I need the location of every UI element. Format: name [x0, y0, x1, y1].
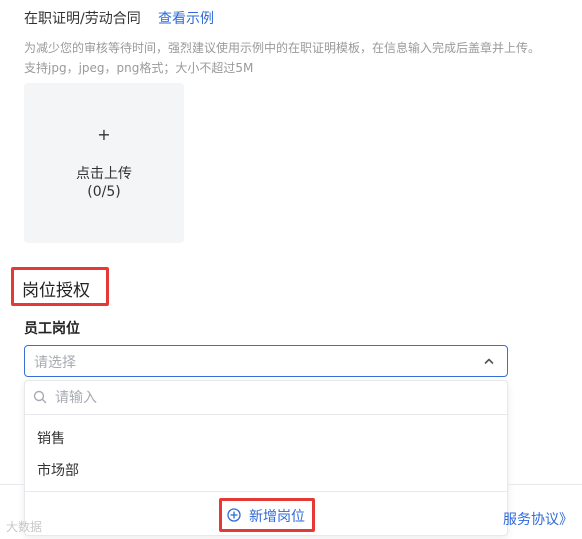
upload-button[interactable]: + 点击上传 (0/5)	[24, 83, 184, 243]
view-example-link[interactable]: 查看示例	[158, 8, 214, 28]
dropdown-search-input[interactable]	[53, 387, 477, 409]
proof-title: 在职证明/劳动合同	[24, 11, 141, 27]
upload-hint: 为减少您的审核等待时间，强烈建议使用示例中的在职证明模板，在信息输入完成后盖章并…	[24, 38, 564, 78]
position-field-label: 员工岗位	[24, 321, 80, 337]
footer-divider-right	[508, 484, 582, 485]
position-select[interactable]: 请选择	[24, 345, 508, 377]
upload-hint-line-2: 支持jpg，jpeg，png格式；大小不超过5M	[24, 61, 254, 75]
plus-icon: +	[97, 125, 111, 144]
upload-count: (0/5)	[87, 184, 121, 200]
service-agreement-link[interactable]: 服务协议》	[503, 509, 573, 529]
dropdown-divider	[25, 491, 507, 492]
footer-divider-left	[0, 484, 24, 485]
upload-label: 点击上传	[76, 166, 132, 182]
position-select-placeholder: 请选择	[34, 355, 76, 371]
chevron-up-icon	[484, 358, 494, 364]
watermark: 大数据	[6, 520, 43, 534]
dropdown-search	[25, 381, 507, 415]
upload-hint-line-1: 为减少您的审核等待时间，强烈建议使用示例中的在职证明模板，在信息输入完成后盖章并…	[24, 41, 541, 55]
dropdown-option-sales[interactable]: 销售	[37, 428, 65, 448]
dropdown-option-marketing[interactable]: 市场部	[37, 460, 79, 480]
search-icon	[33, 390, 47, 404]
add-position-highlight-box	[219, 498, 315, 532]
section-title: 岗位授权	[22, 281, 90, 301]
